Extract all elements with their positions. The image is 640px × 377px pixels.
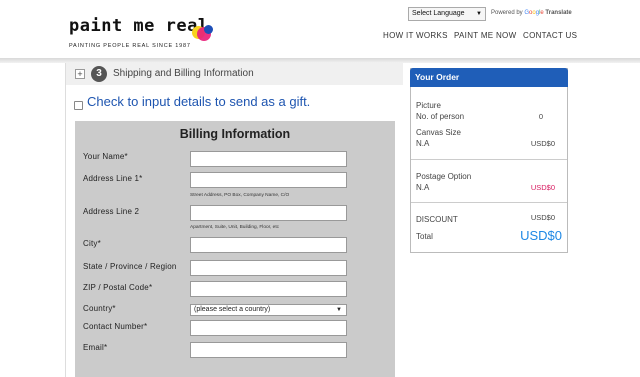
canvas-size-label: Canvas Size	[416, 128, 461, 137]
email-input[interactable]	[190, 342, 347, 358]
order-summary: Your Order Picture No. of person 0 Canva…	[410, 68, 568, 253]
language-select-value: Select Language	[412, 10, 465, 17]
zip-input[interactable]	[190, 281, 347, 297]
content-border	[65, 63, 66, 377]
address2-help: Apartment, Suite, Unit, Building, Floor,…	[190, 225, 280, 230]
address2-label: Address Line 2	[83, 207, 140, 216]
address1-input[interactable]	[190, 172, 347, 188]
city-label: City*	[83, 239, 101, 248]
contact-label: Contact Number*	[83, 322, 148, 331]
address2-input[interactable]	[190, 205, 347, 221]
zip-label: ZIP / Postal Code*	[83, 283, 153, 292]
google-logo-text: Google	[524, 10, 544, 16]
logo-dots-icon	[192, 22, 216, 46]
name-label: Your Name*	[83, 152, 128, 161]
name-input[interactable]	[190, 151, 347, 167]
language-select[interactable]: Select Language ▼	[408, 7, 486, 21]
nav-paint-me-now[interactable]: PAINT ME NOW	[454, 31, 516, 40]
email-label: Email*	[83, 343, 108, 352]
powered-by-text: Powered by	[491, 10, 523, 16]
gift-checkbox-label[interactable]: Check to input details to send as a gift…	[87, 94, 310, 109]
country-label: Country*	[83, 304, 116, 313]
canvas-price: USD$0	[530, 139, 555, 148]
contact-input[interactable]	[190, 320, 347, 336]
nav-how-it-works[interactable]: HOW IT WORKS	[383, 31, 448, 40]
step-number-badge: 3	[91, 66, 107, 82]
step-title: Shipping and Billing Information	[113, 68, 254, 79]
order-divider	[411, 202, 567, 203]
gift-checkbox[interactable]	[74, 101, 83, 110]
country-select[interactable]: (please select a country) ▼	[190, 304, 347, 316]
total-value: USD$0	[520, 228, 562, 243]
chevron-down-icon: ▼	[476, 11, 482, 17]
logo-text: paint me real	[69, 16, 209, 36]
site-logo[interactable]: paint me real PAINTING PEOPLE REAL SINCE…	[69, 16, 209, 49]
state-label: State / Province / Region	[83, 262, 177, 271]
google-translate-credit: Powered by Google Translate	[491, 10, 572, 16]
site-header: paint me real PAINTING PEOPLE REAL SINCE…	[0, 0, 640, 58]
discount-value: USD$0	[530, 213, 555, 222]
canvas-size-value: N.A	[416, 139, 430, 148]
billing-form: Billing Information Your Name* Address L…	[75, 121, 395, 377]
order-title: Your Order	[410, 68, 568, 87]
discount-label: DISCOUNT	[416, 215, 458, 224]
logo-tagline: PAINTING PEOPLE REAL SINCE 1987	[69, 43, 191, 49]
order-divider	[411, 159, 567, 160]
address1-help: Street Address, PO Box, Company Name, C/…	[190, 193, 290, 198]
state-input[interactable]	[190, 260, 347, 276]
total-label: Total	[416, 232, 433, 241]
billing-title: Billing Information	[179, 127, 291, 141]
picture-label: Picture	[416, 101, 441, 110]
city-input[interactable]	[190, 237, 347, 253]
expand-plus-icon[interactable]: +	[75, 69, 85, 79]
address1-label: Address Line 1*	[83, 174, 143, 183]
postage-price: USD$0	[530, 183, 555, 192]
translate-link[interactable]: Translate	[545, 10, 571, 16]
postage-value: N.A	[416, 183, 430, 192]
postage-label: Postage Option	[416, 172, 472, 181]
persons-label: No. of person	[416, 112, 465, 121]
chevron-down-icon: ▼	[336, 307, 342, 313]
country-select-value: (please select a country)	[194, 306, 271, 313]
persons-value: 0	[538, 112, 543, 121]
nav-contact-us[interactable]: CONTACT US	[523, 31, 577, 40]
